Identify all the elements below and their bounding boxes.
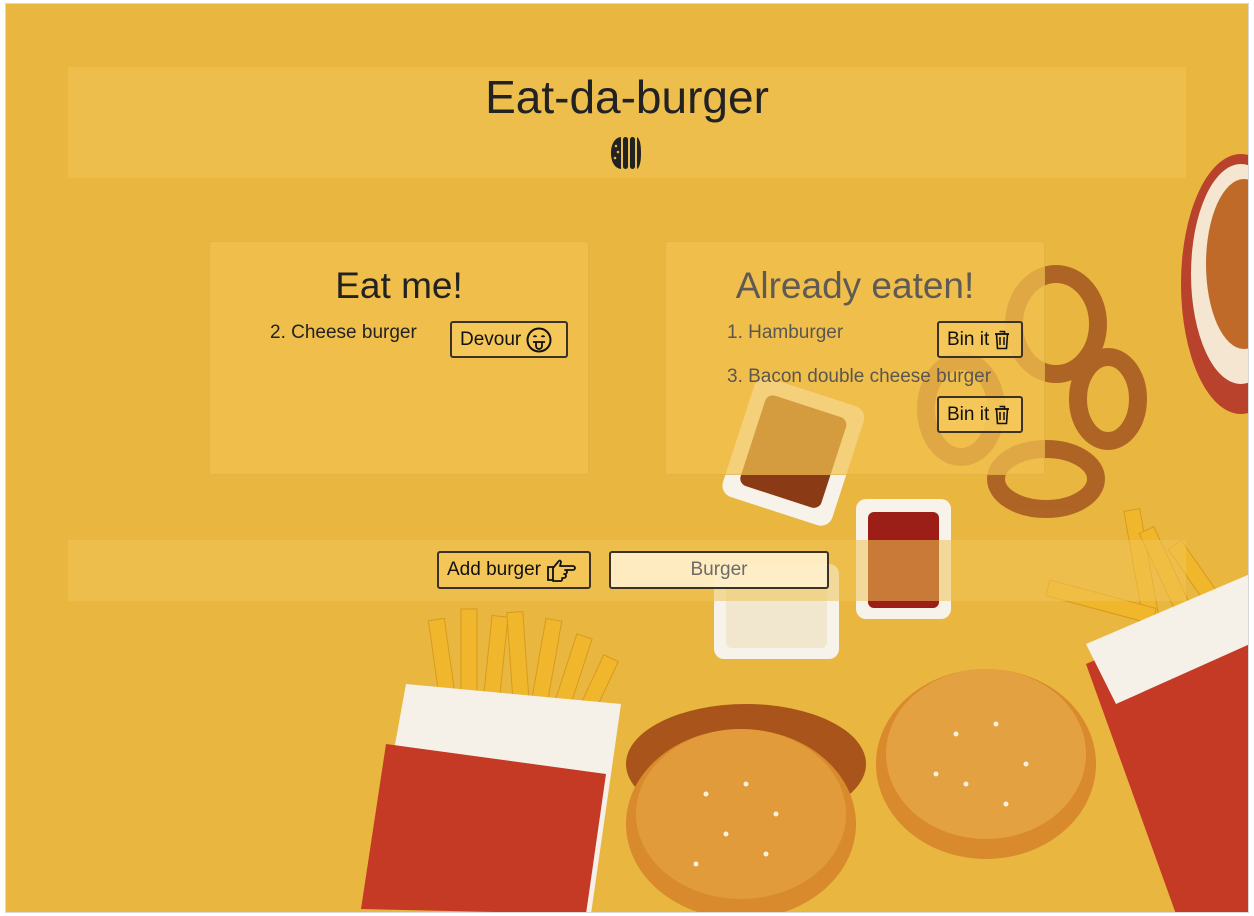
burger-name-input[interactable]	[609, 551, 829, 589]
eat-me-panel: Eat me! 2. Cheese burger Devour	[209, 241, 589, 475]
bin-it-button-label: Bin it	[947, 403, 990, 425]
trash-icon	[995, 330, 1010, 349]
bin-it-button[interactable]: Bin it	[937, 396, 1023, 433]
eaten-burger-label: 1. Hamburger	[727, 322, 844, 343]
already-eaten-title: Already eaten!	[735, 265, 975, 306]
bin-it-button[interactable]: Bin it	[937, 321, 1023, 358]
page-title: Eat-da-burger	[485, 71, 769, 123]
eat-me-title: Eat me!	[335, 265, 463, 306]
trash-icon	[995, 405, 1010, 424]
pointing-hand-icon	[547, 559, 576, 582]
add-burger-button[interactable]: Add burger	[437, 551, 591, 589]
tongue-out-face-icon	[526, 327, 552, 352]
eaten-burger-label: 3. Bacon double cheese burger	[727, 366, 992, 387]
devour-button-label: Devour	[460, 328, 522, 350]
already-eaten-panel: Already eaten! 1. Hamburger Bin it 3. Ba…	[665, 241, 1045, 475]
add-burger-button-label: Add burger	[447, 559, 542, 580]
bin-it-button-label: Bin it	[947, 328, 990, 350]
page-frame: Eat-da-burger Eat me! 2. Cheese burger D…	[5, 3, 1249, 913]
burger-icon	[611, 137, 641, 169]
uneaten-burger-label: 2. Cheese burger	[270, 322, 417, 343]
devour-button[interactable]: Devour	[450, 321, 568, 358]
